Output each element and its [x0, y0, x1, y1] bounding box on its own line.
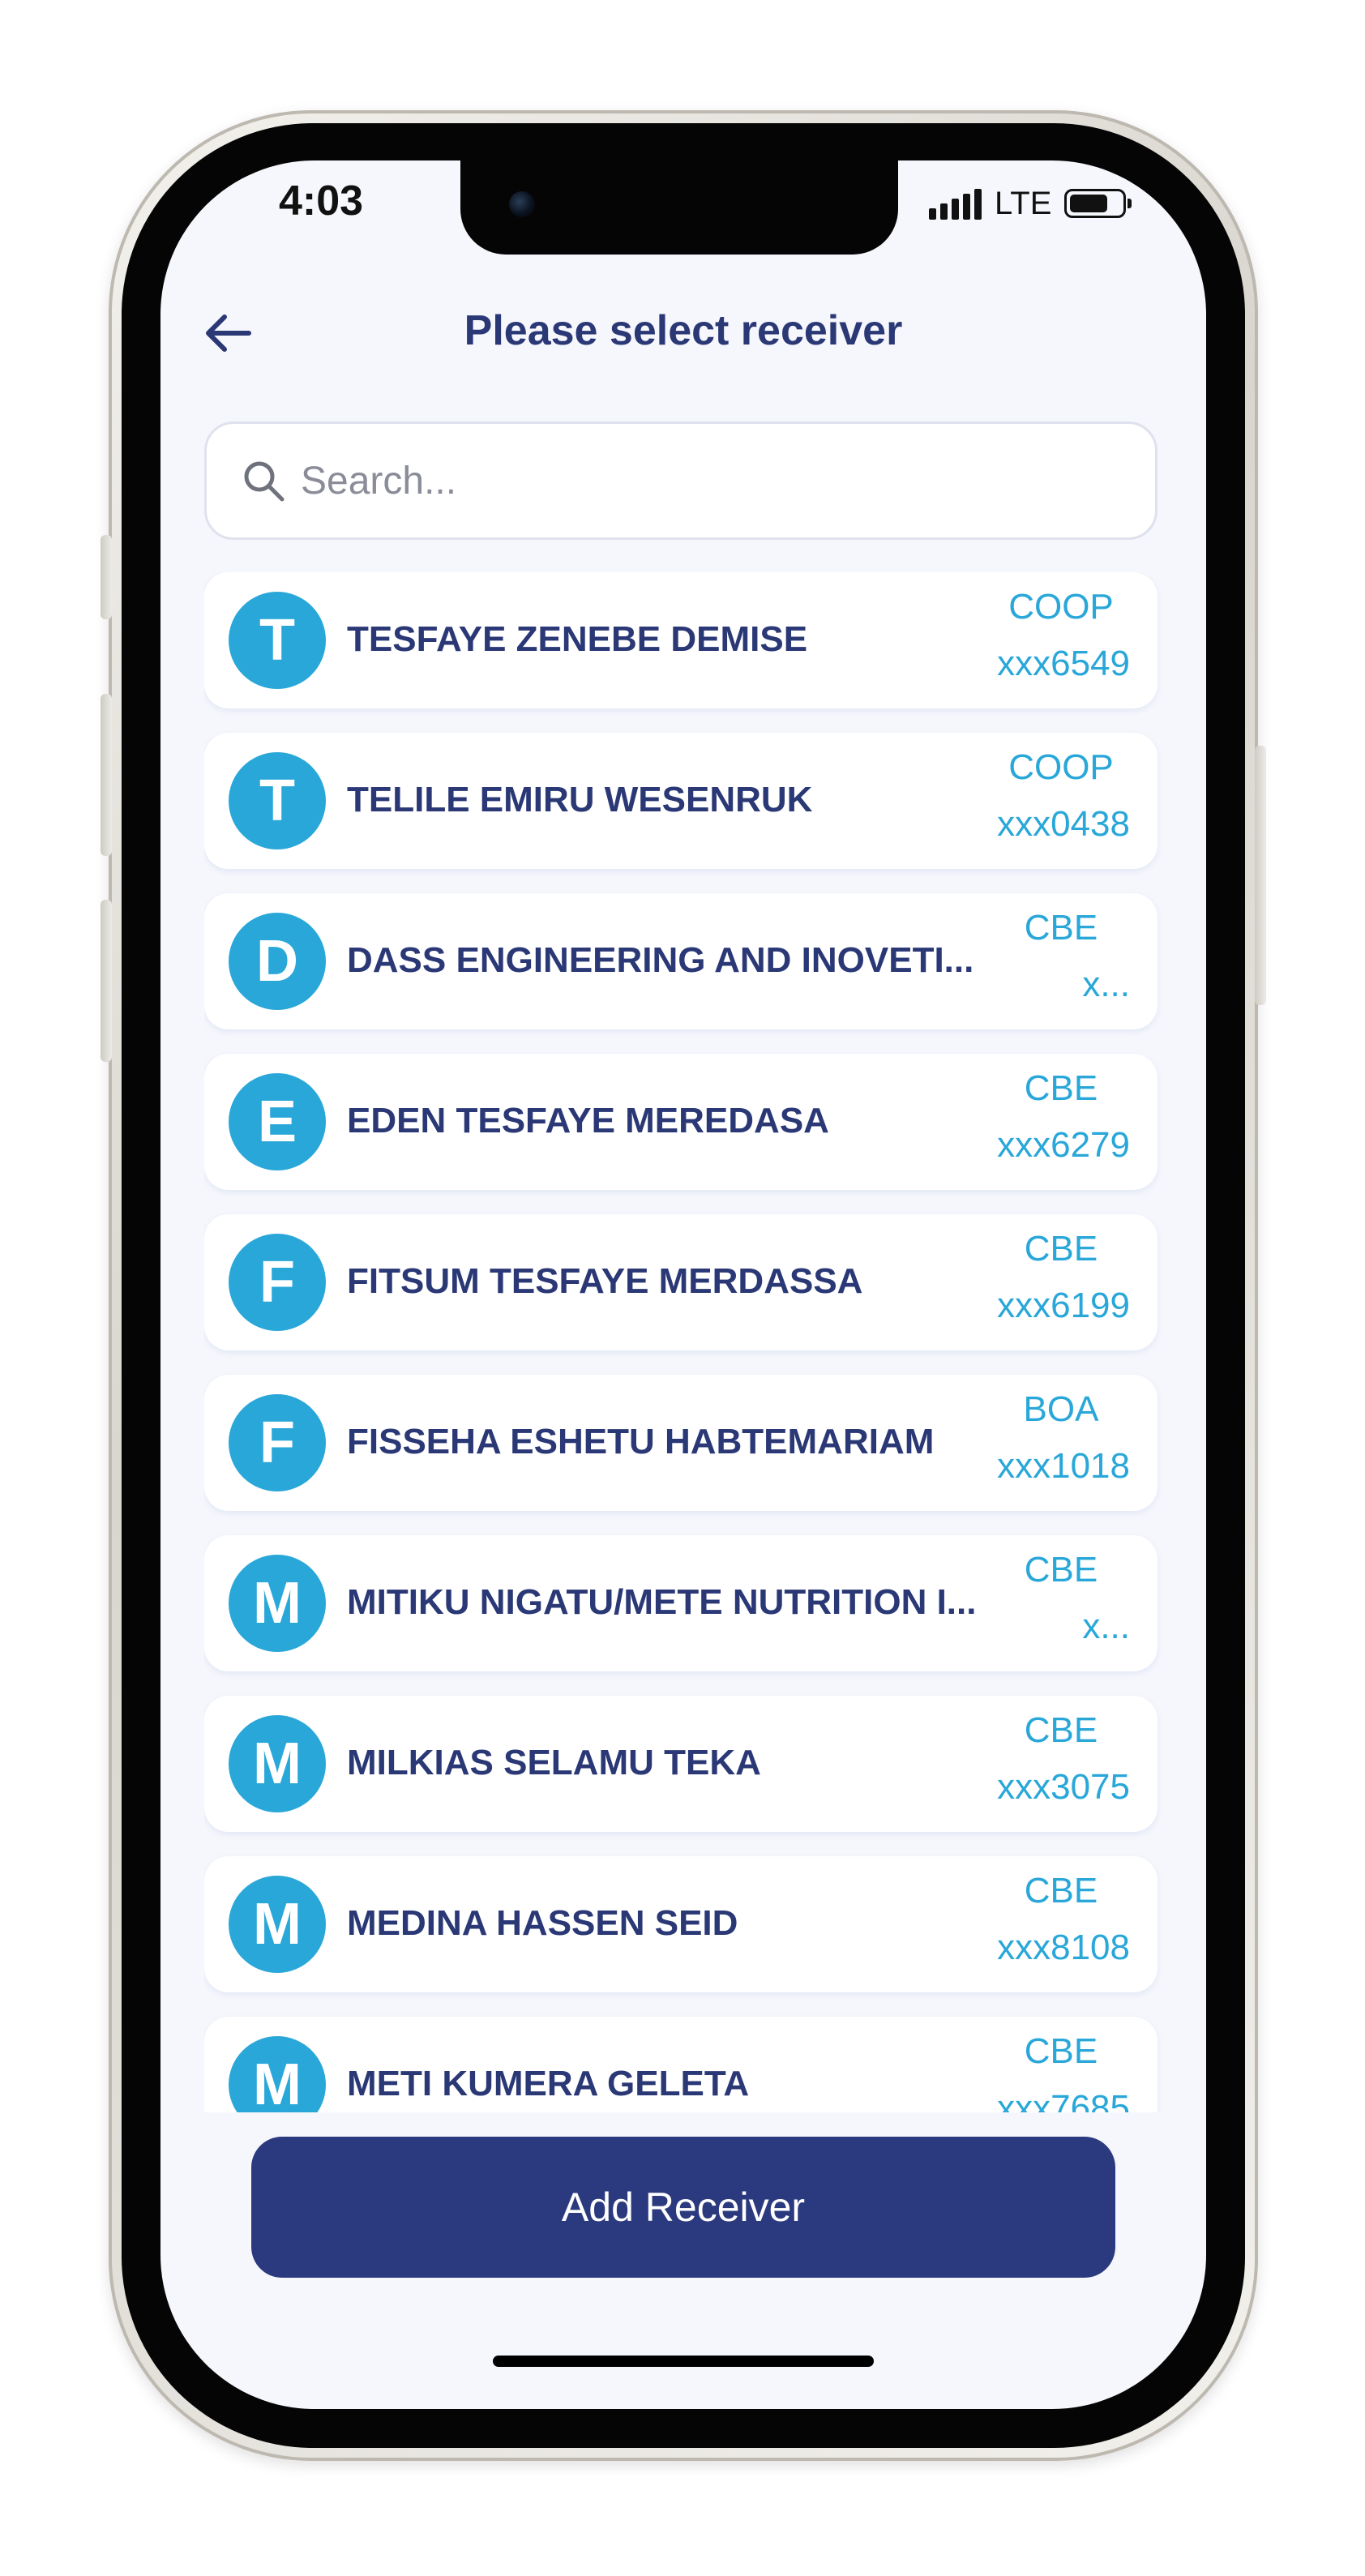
- account-number: xxx7685: [997, 2088, 1130, 2112]
- status-time: 4:03: [279, 178, 364, 225]
- search-box[interactable]: [204, 421, 1157, 540]
- avatar: M: [229, 1555, 326, 1652]
- account-number: x...: [1082, 1607, 1130, 1646]
- receiver-row[interactable]: D DASS ENGINEERING AND INOVETI... CBE x.…: [204, 893, 1157, 1029]
- bank-name: CBE: [1024, 1871, 1098, 1911]
- receiver-row[interactable]: M METI KUMERA GELETA CBE xxx7685: [204, 2017, 1157, 2112]
- bank-name: COOP: [1008, 587, 1114, 627]
- avatar: F: [229, 1394, 326, 1491]
- receiver-row[interactable]: T TESFAYE ZENEBE DEMISE COOP xxx6549: [204, 572, 1157, 708]
- battery-icon: [1064, 189, 1132, 218]
- home-indicator[interactable]: [493, 2356, 874, 2367]
- account-number: x...: [1082, 965, 1130, 1004]
- account-number: xxx1018: [997, 1446, 1130, 1486]
- receiver-name: MITIKU NIGATU/METE NUTRITION I...: [347, 1582, 977, 1622]
- bank-name: CBE: [1024, 1229, 1098, 1269]
- receiver-name: METI KUMERA GELETA: [347, 2064, 750, 2103]
- receiver-name: FITSUM TESFAYE MERDASSA: [347, 1261, 863, 1301]
- account-number: xxx6549: [997, 644, 1130, 683]
- app-screen: 4:03 LTE Please select receiver T TES: [160, 160, 1206, 2409]
- notch: [460, 160, 898, 255]
- volume-up-button: [101, 694, 112, 856]
- receiver-row[interactable]: M MEDINA HASSEN SEID CBE xxx8108: [204, 1856, 1157, 1992]
- avatar: M: [229, 1715, 326, 1812]
- receiver-row[interactable]: M MITIKU NIGATU/METE NUTRITION I... CBE …: [204, 1535, 1157, 1671]
- account-number: xxx0438: [997, 804, 1130, 844]
- receiver-row[interactable]: F FITSUM TESFAYE MERDASSA CBE xxx6199: [204, 1214, 1157, 1350]
- power-button: [1255, 746, 1266, 1005]
- bank-name: CBE: [1024, 1710, 1098, 1750]
- bank-name: CBE: [1024, 1068, 1098, 1108]
- signal-icon: [929, 187, 982, 220]
- receiver-list[interactable]: T TESFAYE ZENEBE DEMISE COOP xxx6549 T T…: [204, 572, 1161, 2112]
- search-icon: [239, 456, 288, 505]
- status-indicators: LTE: [929, 182, 1132, 225]
- avatar: E: [229, 1073, 326, 1170]
- avatar: D: [229, 913, 326, 1010]
- volume-down-button: [101, 900, 112, 1062]
- receiver-name: TESFAYE ZENEBE DEMISE: [347, 619, 808, 659]
- mute-switch: [101, 535, 112, 619]
- avatar: M: [229, 1876, 326, 1973]
- bank-name: CBE: [1024, 2031, 1098, 2071]
- add-receiver-button[interactable]: Add Receiver: [251, 2137, 1115, 2278]
- bank-name: CBE: [1024, 1550, 1098, 1590]
- receiver-row[interactable]: T TELILE EMIRU WESENRUK COOP xxx0438: [204, 733, 1157, 869]
- receiver-name: MEDINA HASSEN SEID: [347, 1903, 738, 1943]
- front-camera-icon: [509, 191, 535, 217]
- receiver-name: MILKIAS SELAMU TEKA: [347, 1743, 761, 1782]
- receiver-row[interactable]: E EDEN TESFAYE MEREDASA CBE xxx6279: [204, 1054, 1157, 1190]
- account-number: xxx6199: [997, 1286, 1130, 1325]
- bank-name: COOP: [1008, 747, 1114, 787]
- receiver-name: FISSEHA ESHETU HABTEMARIAM: [347, 1422, 935, 1461]
- bank-name: CBE: [1024, 908, 1098, 948]
- avatar: M: [229, 2036, 326, 2112]
- account-number: xxx3075: [997, 1767, 1130, 1807]
- network-label: LTE: [995, 185, 1052, 221]
- account-number: xxx6279: [997, 1125, 1130, 1165]
- search-input[interactable]: [299, 457, 1113, 504]
- avatar: T: [229, 592, 326, 689]
- avatar: F: [229, 1234, 326, 1331]
- header: Please select receiver: [160, 282, 1206, 379]
- receiver-name: EDEN TESFAYE MEREDASA: [347, 1101, 829, 1140]
- receiver-name: TELILE EMIRU WESENRUK: [347, 780, 813, 819]
- bank-name: BOA: [1023, 1389, 1099, 1429]
- receiver-name: DASS ENGINEERING AND INOVETI...: [347, 940, 974, 980]
- account-number: xxx8108: [997, 1928, 1130, 1967]
- avatar: T: [229, 752, 326, 849]
- receiver-row[interactable]: F FISSEHA ESHETU HABTEMARIAM BOA xxx1018: [204, 1375, 1157, 1511]
- page-title: Please select receiver: [464, 307, 903, 354]
- receiver-row[interactable]: M MILKIAS SELAMU TEKA CBE xxx3075: [204, 1696, 1157, 1832]
